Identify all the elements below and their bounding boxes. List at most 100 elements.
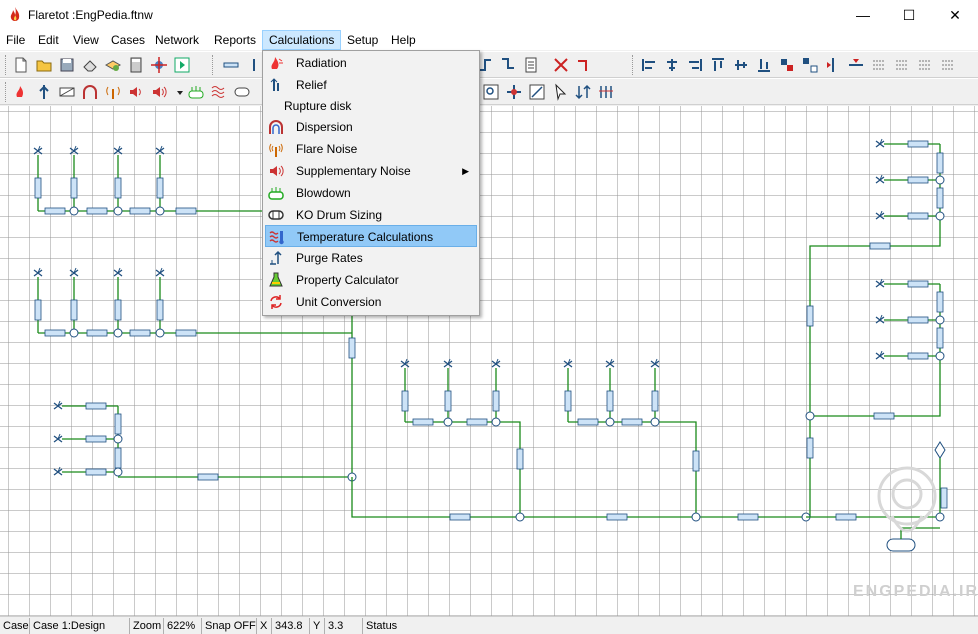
pipe-label-box[interactable]: [806, 437, 814, 459]
menu-cases[interactable]: Cases: [105, 30, 151, 50]
pipe-label-box[interactable]: [466, 418, 488, 426]
pipe-label-box[interactable]: [577, 418, 599, 426]
junction-node[interactable]: [113, 328, 123, 338]
pan-icon[interactable]: [505, 83, 523, 101]
menu-item-blowdown[interactable]: Blowdown: [265, 182, 477, 204]
calculator-icon[interactable]: [127, 56, 145, 74]
toolbar-grip[interactable]: [632, 55, 635, 75]
menu-item-radiation[interactable]: Radiation: [265, 52, 477, 74]
pipe-label-box[interactable]: [936, 152, 944, 174]
junction-node[interactable]: [805, 411, 815, 421]
menu-item-dispersion[interactable]: Dispersion: [265, 116, 477, 138]
junction-node[interactable]: [113, 434, 123, 444]
pipe-label-box[interactable]: [114, 413, 122, 435]
pipe-label-box[interactable]: [835, 513, 857, 521]
menu-item-rupture-disk[interactable]: Rupture disk: [265, 95, 477, 117]
zoom-window-icon[interactable]: [482, 83, 500, 101]
menu-calculations[interactable]: Calculations: [262, 30, 342, 50]
junction-node[interactable]: [155, 328, 165, 338]
dropdown-arrow-icon[interactable]: [171, 83, 183, 101]
pipe-label-box[interactable]: [44, 207, 66, 215]
menu-network[interactable]: Network: [149, 30, 205, 50]
pipe-label-box[interactable]: [175, 329, 197, 337]
align-right-icon[interactable]: [686, 56, 704, 74]
pipe-label-box[interactable]: [114, 447, 122, 469]
layers-icon[interactable]: [104, 56, 122, 74]
blowdown-icon[interactable]: [187, 83, 205, 101]
flip-horizontal-icon[interactable]: [847, 56, 865, 74]
pipe-label-box[interactable]: [44, 329, 66, 337]
junction-node[interactable]: [935, 175, 945, 185]
pipe-label-box[interactable]: [86, 329, 108, 337]
pointer-icon[interactable]: [551, 83, 569, 101]
radiation-icon[interactable]: [12, 83, 30, 101]
pipe-label-box[interactable]: [564, 390, 572, 412]
open-folder-icon[interactable]: [35, 56, 53, 74]
junction-node[interactable]: [69, 328, 79, 338]
menu-item-purge-rates[interactable]: Purge Rates: [265, 247, 477, 269]
reroute-icon[interactable]: [575, 56, 593, 74]
junction-node[interactable]: [935, 351, 945, 361]
junction-node[interactable]: [691, 512, 701, 522]
pipe-label-box[interactable]: [85, 435, 107, 443]
align-bottom-icon[interactable]: [755, 56, 773, 74]
close-button[interactable]: ✕: [932, 0, 978, 30]
zoom-fit-icon[interactable]: [528, 83, 546, 101]
grid-icon[interactable]: [893, 56, 911, 74]
pipe-label-box[interactable]: [907, 212, 929, 220]
pipe-label-box[interactable]: [70, 177, 78, 199]
pipe-label-box[interactable]: [907, 352, 929, 360]
pipe-label-box[interactable]: [412, 418, 434, 426]
elbow-icon[interactable]: [499, 56, 517, 74]
pipe-label-box[interactable]: [606, 513, 628, 521]
pipe-label-box[interactable]: [197, 473, 219, 481]
pipe-label-box[interactable]: [348, 337, 356, 359]
pipe-label-box[interactable]: [34, 177, 42, 199]
pipe-label-box[interactable]: [936, 187, 944, 209]
pipe-label-box[interactable]: [114, 177, 122, 199]
toolbar-grip[interactable]: [5, 55, 8, 75]
menu-setup[interactable]: Setup: [341, 30, 384, 50]
rupture-disk-icon[interactable]: [58, 83, 76, 101]
pipe-segment[interactable]: [809, 144, 941, 517]
group-icon[interactable]: [778, 56, 796, 74]
toolbar-grip[interactable]: [212, 55, 215, 75]
junction-node[interactable]: [935, 315, 945, 325]
minimize-button[interactable]: —: [840, 0, 886, 30]
pipe-label-box[interactable]: [651, 390, 659, 412]
junction-node[interactable]: [491, 417, 501, 427]
align-left-icon[interactable]: [640, 56, 658, 74]
maximize-button[interactable]: ☐: [886, 0, 932, 30]
pipe-label-box[interactable]: [129, 207, 151, 215]
pipe-label-box[interactable]: [85, 402, 107, 410]
align-middle-icon[interactable]: [732, 56, 750, 74]
pipe-label-box[interactable]: [869, 242, 891, 250]
junction-node[interactable]: [155, 206, 165, 216]
menu-help[interactable]: Help: [385, 30, 422, 50]
junction-node[interactable]: [113, 206, 123, 216]
junction-node[interactable]: [515, 512, 525, 522]
pipe-label-box[interactable]: [401, 390, 409, 412]
junction-node[interactable]: [650, 417, 660, 427]
temperature-icon[interactable]: [210, 83, 228, 101]
flare-network-diagram[interactable]: [0, 106, 978, 616]
erase-icon[interactable]: [81, 56, 99, 74]
new-file-icon[interactable]: [12, 56, 30, 74]
pipe-label-box[interactable]: [907, 176, 929, 184]
menu-item-property-calculator[interactable]: Property Calculator: [265, 269, 477, 291]
menu-item-flare-noise[interactable]: Flare Noise: [265, 138, 477, 160]
speaker-icon[interactable]: [150, 83, 168, 101]
pipe-label-box[interactable]: [492, 390, 500, 412]
menu-item-relief[interactable]: Relief: [265, 74, 477, 96]
grid-icon[interactable]: [939, 56, 957, 74]
network-icon[interactable]: [150, 56, 168, 74]
menu-item-unit-conversion[interactable]: Unit Conversion: [265, 291, 477, 313]
source-icon[interactable]: [245, 56, 263, 74]
pipe-label-box[interactable]: [449, 513, 471, 521]
menu-reports[interactable]: Reports: [208, 30, 262, 50]
pipe-label-box[interactable]: [86, 207, 108, 215]
pipe-segment[interactable]: [351, 477, 806, 518]
pipe-segment[interactable]: [568, 421, 697, 517]
pipe-label-box[interactable]: [516, 448, 524, 470]
pipe-label-box[interactable]: [692, 450, 700, 472]
